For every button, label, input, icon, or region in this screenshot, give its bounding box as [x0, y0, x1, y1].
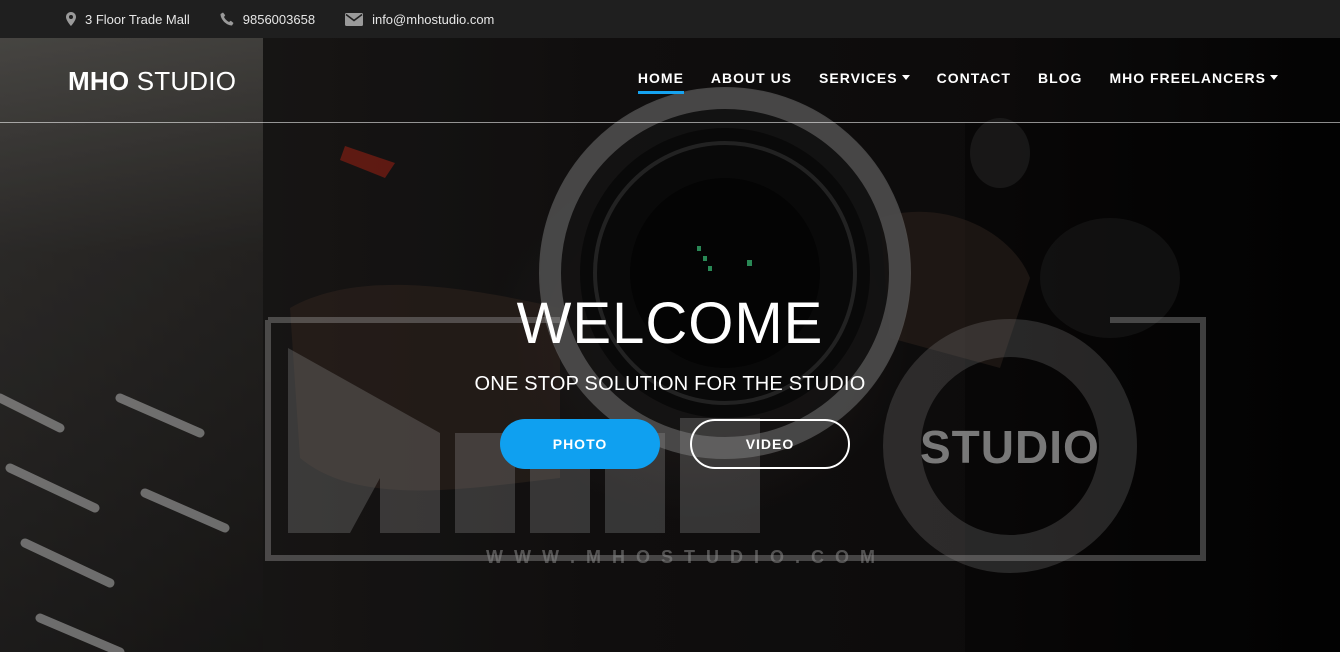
email-text[interactable]: info@mhostudio.com: [372, 12, 494, 27]
phone-info: 9856003658: [220, 12, 315, 27]
nav-item-about-us[interactable]: ABOUT US: [711, 70, 792, 92]
hero-title: WELCOME: [516, 291, 824, 356]
nav-item-services[interactable]: SERVICES: [819, 70, 910, 92]
brand-light: STUDIO: [136, 66, 237, 96]
site-logo[interactable]: MHO STUDIO: [68, 66, 236, 97]
envelope-icon: [345, 12, 364, 26]
nav-item-label: MHO FREELANCERS: [1109, 70, 1266, 86]
caret-down-icon: [1270, 74, 1278, 80]
phone-icon: [220, 12, 234, 26]
brand-bold: MHO: [68, 66, 130, 96]
nav-item-label: ABOUT US: [710, 70, 793, 86]
nav-item-label: BLOG: [1037, 70, 1083, 86]
phone-text[interactable]: 9856003658: [243, 12, 315, 27]
nav-item-blog[interactable]: BLOG: [1038, 70, 1082, 92]
nav-menu: HOME ABOUT US SERVICES CONTACT BLOG MHO …: [611, 70, 1278, 94]
top-info-bar: 3 Floor Trade Mall 9856003658 info@mhost…: [0, 0, 1340, 38]
nav-item-mho-freelancers[interactable]: MHO FREELANCERS: [1109, 70, 1278, 92]
nav-item-label: HOME: [637, 70, 684, 86]
logo-watermark-url: W W W . M H O S T U D I O . C O M: [486, 547, 878, 567]
logo-watermark-word: STUDIO: [920, 421, 1100, 473]
photo-button[interactable]: PHOTO: [500, 419, 660, 469]
nav-item-contact[interactable]: CONTACT: [937, 70, 1011, 92]
nav-item-label: SERVICES: [819, 70, 898, 86]
address-info: 3 Floor Trade Mall: [66, 12, 190, 27]
nav-item-label: CONTACT: [936, 70, 1011, 86]
nav-item-home[interactable]: HOME: [637, 70, 684, 94]
main-navbar: MHO STUDIO HOME ABOUT US SERVICES CONTAC…: [0, 38, 1340, 123]
map-pin-icon: [66, 12, 76, 26]
email-info: info@mhostudio.com: [345, 12, 494, 27]
caret-down-icon: [901, 74, 910, 80]
video-button[interactable]: VIDEO: [690, 419, 850, 469]
address-text: 3 Floor Trade Mall: [85, 11, 190, 27]
hero-subtitle: ONE STOP SOLUTION FOR THE STUDIO: [474, 373, 866, 395]
